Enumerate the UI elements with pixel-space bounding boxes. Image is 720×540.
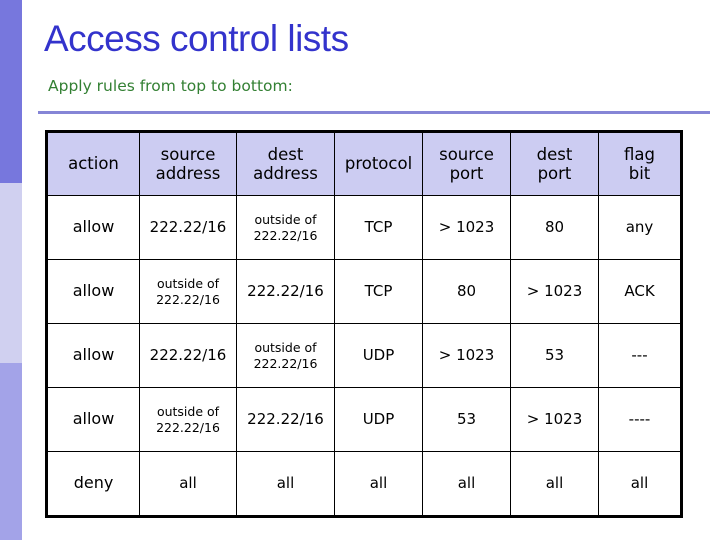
header-line2: port [449, 164, 484, 183]
header-line2: bit [628, 164, 651, 183]
cell-dest-port: > 1023 [510, 387, 599, 452]
header-line2: address [253, 164, 318, 183]
cell-dest-port: > 1023 [510, 259, 599, 324]
table-header-row: action source address dest address proto… [46, 131, 682, 196]
cell-source-address: 222.22/16 [139, 195, 237, 260]
cell-source-port: 53 [422, 387, 511, 452]
header-line1: dest [536, 144, 573, 164]
cell-source-port: all [422, 451, 511, 517]
access-control-list-table: action source address dest address proto… [45, 130, 683, 518]
cell-dest-address: all [236, 451, 335, 517]
table-row: allow outside of 222.22/16 222.22/16 UDP … [46, 387, 682, 452]
page-title: Access control lists [44, 18, 349, 59]
table-row: allow 222.22/16 outside of 222.22/16 UDP … [46, 323, 682, 388]
slide-subtitle: Apply rules from top to bottom: [48, 77, 293, 95]
cell-dest-address: 222.22/16 [236, 259, 335, 324]
column-header-source-port: source port [422, 131, 511, 196]
cell-dest-port: all [510, 451, 599, 517]
cell-dest-address: outside of 222.22/16 [236, 195, 335, 260]
cell-dest-address: 222.22/16 [236, 387, 335, 452]
header-line1: source [160, 144, 216, 164]
column-header-dest-port: dest port [510, 131, 599, 196]
header-line1: protocol [344, 154, 413, 174]
cell-flag-bit: ---- [598, 387, 682, 452]
slide-content: Access control lists Apply rules from to… [0, 0, 720, 540]
header-line1: source [439, 144, 494, 164]
cell-action: deny [46, 451, 140, 517]
cell-protocol: TCP [334, 195, 423, 260]
cell-protocol: all [334, 451, 423, 517]
cell-dest-port: 80 [510, 195, 599, 260]
cell-source-address: outside of 222.22/16 [139, 387, 237, 452]
cell-flag-bit: any [598, 195, 682, 260]
cell-action: allow [46, 387, 140, 452]
title-divider [38, 111, 710, 114]
header-line1: flag [624, 144, 655, 164]
cell-flag-bit: ACK [598, 259, 682, 324]
column-header-flag-bit: flag bit [598, 131, 682, 196]
cell-action: allow [46, 323, 140, 388]
cell-source-port: > 1023 [422, 195, 511, 260]
acl-table-container: action source address dest address proto… [45, 130, 683, 518]
header-line1: dest [267, 144, 304, 164]
cell-source-port: 80 [422, 259, 511, 324]
cell-action: allow [46, 195, 140, 260]
cell-source-address: 222.22/16 [139, 323, 237, 388]
column-header-dest-address: dest address [236, 131, 335, 196]
cell-protocol: UDP [334, 323, 423, 388]
cell-source-address: all [139, 451, 237, 517]
cell-source-port: > 1023 [422, 323, 511, 388]
cell-dest-port: 53 [510, 323, 599, 388]
column-header-protocol: protocol [334, 131, 423, 196]
table-row: deny all all all all all all [46, 451, 682, 517]
table-row: allow outside of 222.22/16 222.22/16 TCP … [46, 259, 682, 324]
cell-protocol: TCP [334, 259, 423, 324]
header-line2: port [537, 164, 572, 183]
column-header-source-address: source address [139, 131, 237, 196]
header-line1: action [68, 154, 119, 174]
cell-protocol: UDP [334, 387, 423, 452]
cell-action: allow [46, 259, 140, 324]
cell-flag-bit: all [598, 451, 682, 517]
header-line2: address [155, 164, 221, 183]
column-header-action: action [46, 131, 140, 196]
cell-source-address: outside of 222.22/16 [139, 259, 237, 324]
cell-dest-address: outside of 222.22/16 [236, 323, 335, 388]
table-row: allow 222.22/16 outside of 222.22/16 TCP … [46, 195, 682, 260]
cell-flag-bit: --- [598, 323, 682, 388]
